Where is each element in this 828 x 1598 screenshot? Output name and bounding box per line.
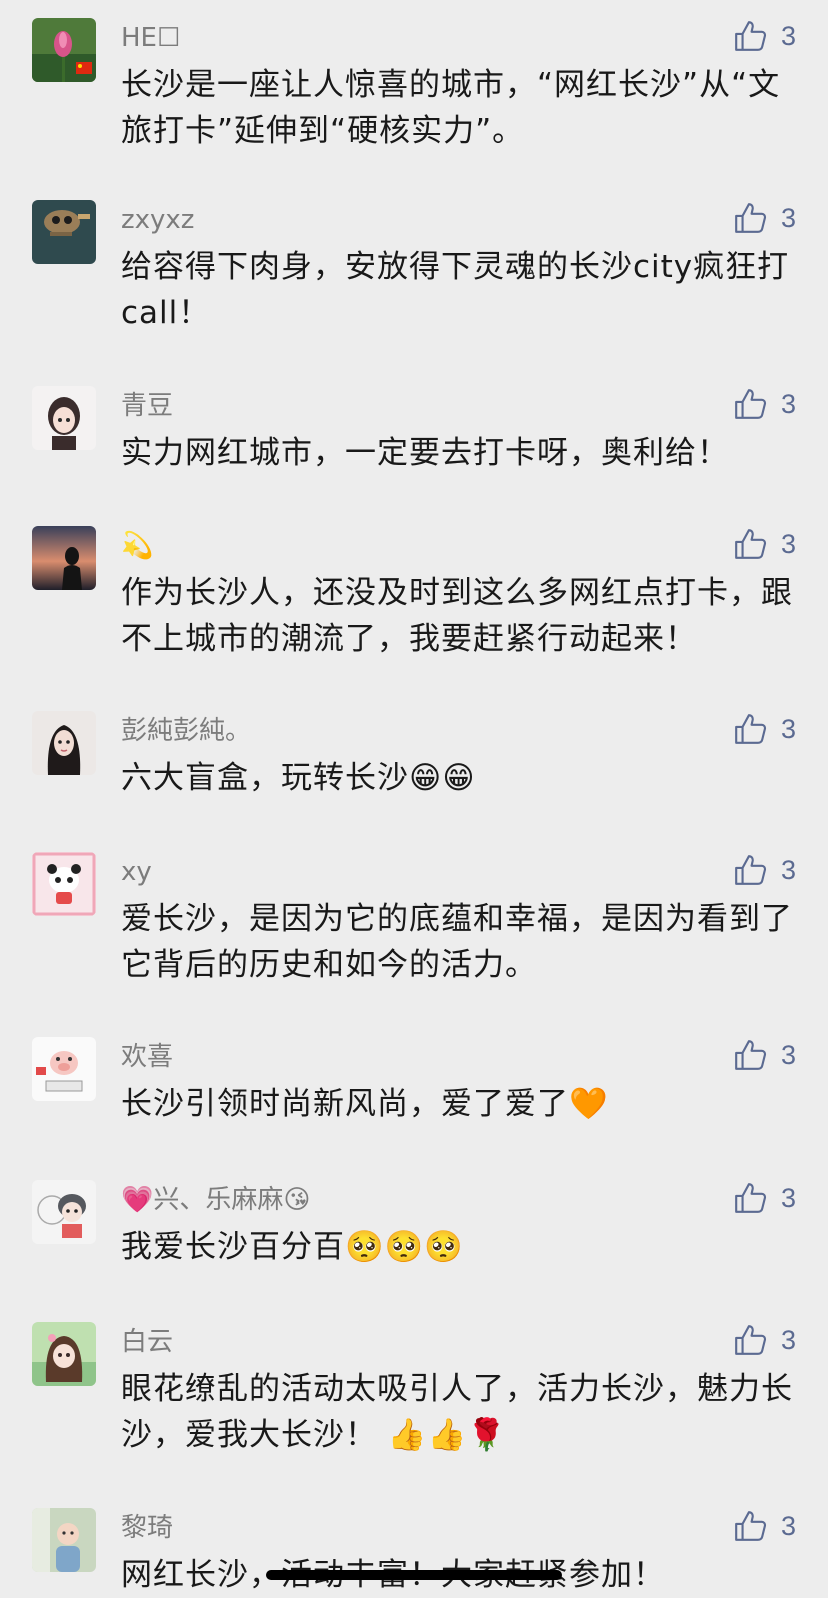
home-indicator[interactable] (266, 1570, 562, 1580)
like-button[interactable]: 3 (733, 198, 796, 238)
comment-text: 实力网红城市，一定要去打卡呀，奥利给！ (121, 435, 729, 471)
like-count: 3 (781, 1039, 797, 1070)
thumbs-up-icon (735, 21, 767, 51)
like-button[interactable]: 3 (733, 384, 796, 424)
like-button[interactable]: 3 (733, 1178, 796, 1218)
like-count: 3 (781, 388, 797, 419)
like-button[interactable]: 3 (733, 524, 796, 564)
thumbs-up-icon (735, 1511, 767, 1541)
thumbs-up-icon (735, 1183, 767, 1213)
like-count: 3 (781, 854, 797, 885)
anime-avatar-icon[interactable] (32, 1322, 96, 1386)
comment-author: 彭純彭純。 (121, 716, 252, 746)
like-button[interactable]: 3 (733, 16, 796, 56)
comment-author: 💗兴、乐麻麻😘 (121, 1185, 311, 1215)
like-button[interactable]: 3 (733, 850, 796, 890)
sunset-avatar-icon[interactable] (32, 526, 96, 590)
like-button[interactable]: 3 (733, 1506, 796, 1546)
thumbs-up-icon (735, 1325, 767, 1355)
thumbs-up-icon (735, 529, 767, 559)
comment-text: 作为长沙人，还没及时到这么多网红点打卡，跟不上城市的潮流了，我要赶紧行动起来！ (121, 575, 793, 657)
like-button[interactable]: 3 (733, 709, 796, 749)
lotus-avatar-icon[interactable] (32, 18, 96, 82)
like-count: 3 (781, 202, 797, 233)
thumbs-up-icon (735, 714, 767, 744)
comment-text: 六大盲盒，玩转长沙😁😁 (121, 760, 476, 796)
comment-author: 白云 (121, 1327, 174, 1357)
comment-author: 黎琦 (121, 1513, 174, 1543)
like-button[interactable]: 3 (733, 1320, 796, 1360)
comment-text: 长沙引领时尚新风尚，爱了爱了🧡 (121, 1086, 609, 1122)
comment-author: 欢喜 (121, 1042, 174, 1072)
doll-avatar-icon[interactable] (32, 386, 96, 450)
thumbs-up-icon (735, 203, 767, 233)
like-count: 3 (781, 1324, 797, 1355)
like-count: 3 (781, 1182, 797, 1213)
like-count: 3 (781, 528, 797, 559)
comment-text: 爱长沙，是因为它的底蕴和幸福，是因为看到了它背后的历史和如今的活力。 (121, 901, 793, 983)
cartoon-avatar-icon[interactable] (32, 1180, 96, 1244)
comment-text: 我爱长沙百分百🥺🥺🥺 (121, 1229, 464, 1265)
thumbs-up-icon (735, 1040, 767, 1070)
panda-avatar-icon[interactable] (32, 852, 96, 916)
comment-author: zxyxz (121, 205, 195, 235)
like-count: 3 (781, 1510, 797, 1541)
like-button[interactable]: 3 (733, 1035, 796, 1075)
baby-avatar-icon[interactable] (32, 1508, 96, 1572)
thumbs-up-icon (735, 389, 767, 419)
comment-author: HE☐ (121, 23, 181, 53)
comment-text: 眼花缭乱的活动太吸引人了，活力长沙，魅力长沙，爱我大长沙！ 👍👍🌹 (121, 1371, 793, 1453)
comment-text: 长沙是一座让人惊喜的城市，“网红长沙”从“文旅打卡”延伸到“硬核实力”。 (121, 67, 781, 149)
girl-avatar-icon[interactable] (32, 711, 96, 775)
like-count: 3 (781, 713, 797, 744)
comment-author: 💫 (121, 531, 154, 561)
thumbs-up-icon (735, 855, 767, 885)
like-count: 3 (781, 20, 797, 51)
comment-text: 给容得下肉身，安放得下灵魂的长沙city疯狂打call！ (121, 249, 790, 331)
comment-author: 青豆 (121, 391, 174, 421)
cat-avatar-icon[interactable] (32, 200, 96, 264)
comment-author: xy (121, 857, 152, 887)
pig-avatar-icon[interactable] (32, 1037, 96, 1101)
